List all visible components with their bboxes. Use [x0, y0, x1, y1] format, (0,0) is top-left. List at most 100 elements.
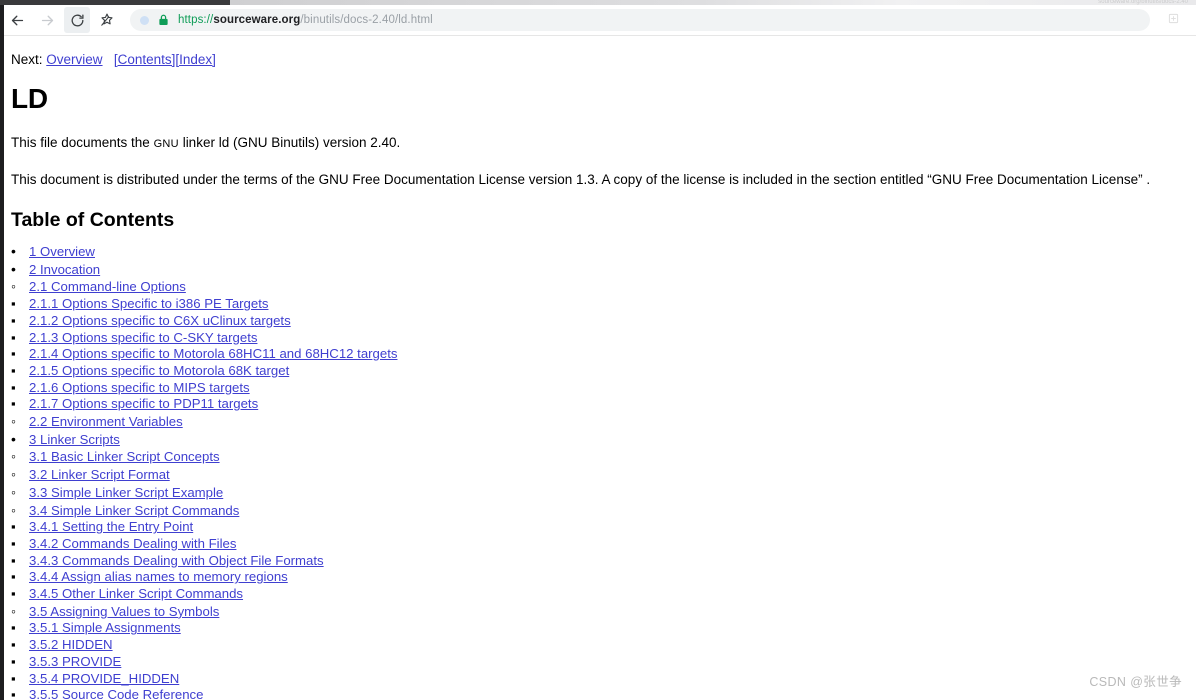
- nav-next-link[interactable]: Overview: [46, 52, 102, 67]
- toc-link[interactable]: 1 Overview: [29, 244, 95, 259]
- toc-item-level-3: 3.5.1 Simple Assignments: [11, 620, 1196, 637]
- url-host: sourceware.org: [213, 14, 301, 26]
- watermark: CSDN @张世争: [1089, 675, 1182, 689]
- list-bullet-icon: [11, 654, 29, 671]
- toc-link[interactable]: 3.4.2 Commands Dealing with Files: [29, 536, 236, 551]
- list-bullet-icon: [11, 296, 29, 313]
- list-bullet-icon: [11, 346, 29, 363]
- toolbar-divider: [0, 35, 1196, 36]
- back-button[interactable]: [4, 7, 30, 33]
- toc-link[interactable]: 3.5.1 Simple Assignments: [29, 620, 181, 635]
- bookmark-star-icon: [99, 12, 115, 28]
- toc-item-level-2: 3.3 Simple Linker Script Example: [11, 484, 1196, 502]
- list-bullet-icon: [11, 431, 29, 449]
- page-title: LD: [11, 83, 48, 114]
- toc-link[interactable]: 3.5.5 Source Code Reference: [29, 687, 203, 700]
- toc-item-level-1: 2 Invocation: [11, 261, 1196, 279]
- list-bullet-icon: [11, 313, 29, 330]
- toc-link[interactable]: 2.1.5 Options specific to Motorola 68K t…: [29, 363, 289, 378]
- list-bullet-icon: [11, 620, 29, 637]
- list-bullet-icon: [11, 466, 29, 484]
- toc-link[interactable]: 3.5.4 PROVIDE_HIDDEN: [29, 671, 179, 686]
- toc-item-level-3: 2.1.2 Options specific to C6X uClinux ta…: [11, 313, 1196, 330]
- forward-button[interactable]: [34, 7, 60, 33]
- list-bullet-icon: [11, 569, 29, 586]
- toc-item-level-2: 3.2 Linker Script Format: [11, 466, 1196, 484]
- list-bullet-icon: [11, 448, 29, 466]
- list-bullet-icon: [11, 603, 29, 621]
- toc-link[interactable]: 2.1 Command-line Options: [29, 279, 186, 294]
- list-bullet-icon: [11, 637, 29, 654]
- toc-link[interactable]: 2 Invocation: [29, 262, 100, 277]
- toc-link[interactable]: 3.4 Simple Linker Script Commands: [29, 503, 239, 518]
- toc-item-level-3: 2.1.1 Options Specific to i386 PE Target…: [11, 296, 1196, 313]
- toc-item-level-1: 3 Linker Scripts: [11, 431, 1196, 449]
- toc-link[interactable]: 2.1.3 Options specific to C-SKY targets: [29, 330, 257, 345]
- list-bullet-icon: [11, 553, 29, 570]
- toc-link[interactable]: 3.4.3 Commands Dealing with Object File …: [29, 553, 324, 568]
- toc-item-level-3: 3.5.4 PROVIDE_HIDDEN: [11, 671, 1196, 688]
- list-bullet-icon: [11, 671, 29, 688]
- address-bar[interactable]: https://sourceware.org/binutils/docs-2.4…: [130, 9, 1150, 31]
- toc-link[interactable]: 3.4.1 Setting the Entry Point: [29, 519, 193, 534]
- toc-item-level-3: 3.4.1 Setting the Entry Point: [11, 519, 1196, 536]
- toc-item-level-3: 3.4.2 Commands Dealing with Files: [11, 536, 1196, 553]
- toc-link[interactable]: 3.5 Assigning Values to Symbols: [29, 604, 219, 619]
- toolbar-right-controls[interactable]: [1150, 7, 1196, 33]
- toc-item-level-2: 2.1 Command-line Options: [11, 278, 1196, 296]
- reload-icon: [70, 13, 85, 28]
- url-scheme: https://: [178, 14, 214, 26]
- toc-link[interactable]: 3.4.4 Assign alias names to memory regio…: [29, 569, 288, 584]
- toc-item-level-3: 2.1.4 Options specific to Motorola 68HC1…: [11, 346, 1196, 363]
- list-bullet-icon: [11, 380, 29, 397]
- toc-link[interactable]: 2.1.1 Options Specific to i386 PE Target…: [29, 296, 268, 311]
- toc-item-level-3: 2.1.5 Options specific to Motorola 68K t…: [11, 363, 1196, 380]
- toc-item-level-2: 2.2 Environment Variables: [11, 413, 1196, 431]
- page-info-icon[interactable]: [140, 15, 149, 25]
- toc-link[interactable]: 3.5.2 HIDDEN: [29, 637, 113, 652]
- toc-link[interactable]: 3.4.5 Other Linker Script Commands: [29, 586, 243, 601]
- toc-link[interactable]: 2.1.6 Options specific to MIPS targets: [29, 380, 250, 395]
- list-bullet-icon: [11, 363, 29, 380]
- toc-item-level-3: 3.5.2 HIDDEN: [11, 637, 1196, 654]
- list-bullet-icon: [11, 396, 29, 413]
- nav-contents-link[interactable]: [Contents]: [114, 52, 176, 67]
- toc-link[interactable]: 2.1.7 Options specific to PDP11 targets: [29, 396, 258, 411]
- toc-item-level-3: 2.1.6 Options specific to MIPS targets: [11, 380, 1196, 397]
- toc-item-level-2: 3.5 Assigning Values to Symbols: [11, 603, 1196, 621]
- intro-paragraph-2: This document is distributed under the t…: [11, 172, 1151, 187]
- intro-p1-after: linker ld (GNU Binutils) version 2.40.: [178, 135, 401, 150]
- intro-paragraph-1: This file documents the GNU linker ld (G…: [11, 133, 1196, 154]
- toc-link[interactable]: 2.1.2 Options specific to C6X uClinux ta…: [29, 313, 291, 328]
- reload-button[interactable]: [64, 7, 90, 33]
- toc-item-level-3: 3.4.3 Commands Dealing with Object File …: [11, 553, 1196, 570]
- list-bullet-icon: [11, 519, 29, 536]
- toc-link[interactable]: 3.1 Basic Linker Script Concepts: [29, 449, 220, 464]
- toc-item-level-2: 3.1 Basic Linker Script Concepts: [11, 448, 1196, 466]
- bookmark-button[interactable]: [94, 7, 120, 33]
- toc-link[interactable]: 2.1.4 Options specific to Motorola 68HC1…: [29, 346, 397, 361]
- doc-nav-line: Next: Overview [Contents][Index]: [11, 51, 1196, 69]
- intro-p1-before: This file documents the: [11, 135, 154, 150]
- list-bullet-icon: [11, 243, 29, 261]
- toc-link[interactable]: 3.3 Simple Linker Script Example: [29, 485, 223, 500]
- toc-link[interactable]: 3.5.3 PROVIDE: [29, 654, 121, 669]
- toc-item-level-3: 2.1.7 Options specific to PDP11 targets: [11, 396, 1196, 413]
- list-bullet-icon: [11, 330, 29, 347]
- toc-item-level-3: 3.4.4 Assign alias names to memory regio…: [11, 569, 1196, 586]
- toc-link[interactable]: 3 Linker Scripts: [29, 432, 120, 447]
- url-text[interactable]: https://sourceware.org/binutils/docs-2.4…: [178, 9, 433, 31]
- browser-chrome: sourceware.org/binutils/docs-2.40 https:…: [0, 0, 1196, 40]
- nav-prefix: Next:: [11, 52, 43, 67]
- browser-toolbar: https://sourceware.org/binutils/docs-2.4…: [0, 5, 1196, 35]
- extensions-icon[interactable]: [1168, 11, 1179, 29]
- gnu-smallcaps: GNU: [153, 138, 179, 150]
- toc-link[interactable]: 3.2 Linker Script Format: [29, 467, 170, 482]
- list-bullet-icon: [11, 586, 29, 603]
- list-bullet-icon: [11, 261, 29, 279]
- nav-index-link[interactable]: [Index]: [175, 52, 216, 67]
- lock-icon[interactable]: [158, 14, 169, 26]
- toc-link[interactable]: 2.2 Environment Variables: [29, 414, 183, 429]
- toc-item-level-2: 3.4 Simple Linker Script Commands: [11, 502, 1196, 520]
- back-arrow-icon: [9, 12, 26, 29]
